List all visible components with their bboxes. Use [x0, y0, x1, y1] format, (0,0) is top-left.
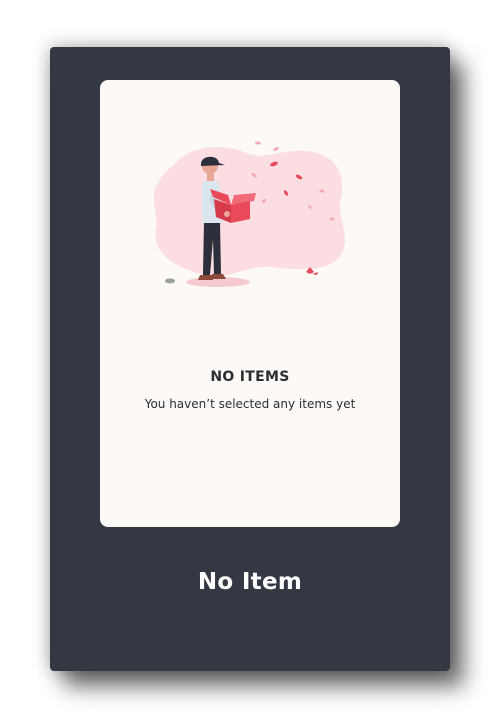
empty-state-message: You haven’t selected any items yet	[144, 397, 356, 411]
person-neck	[207, 173, 214, 181]
empty-state-card: NO ITEMS You haven’t selected any items …	[100, 80, 400, 527]
leaf-shape	[273, 147, 279, 151]
person-opening-box-illustration	[153, 141, 345, 287]
leaf-shape	[255, 141, 261, 145]
screen-caption: No Item	[197, 569, 303, 595]
screen: NO ITEMS You haven’t selected any items …	[0, 0, 500, 720]
stone-shape	[165, 278, 175, 284]
device-frame: NO ITEMS You haven’t selected any items …	[50, 47, 450, 671]
empty-state-title: NO ITEMS	[210, 369, 290, 385]
person-hand	[224, 211, 230, 217]
person-shoes	[198, 275, 213, 280]
